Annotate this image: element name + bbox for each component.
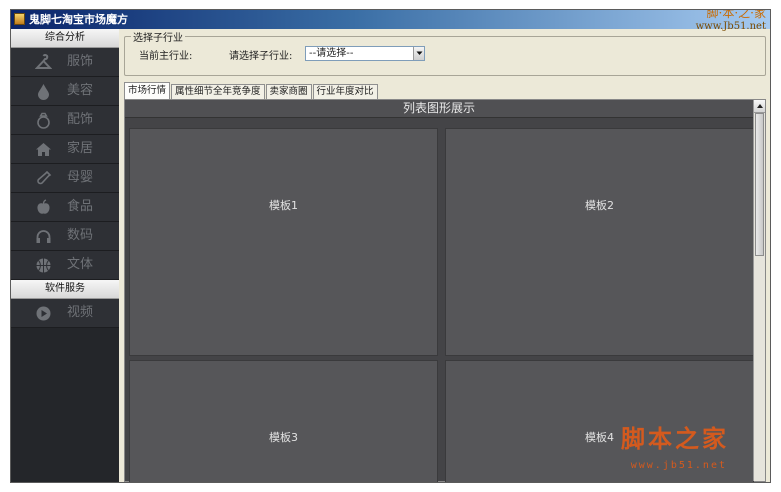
industry-groupbox: 选择子行业 当前主行业: 请选择子行业: --请选择--	[124, 29, 766, 76]
site-watermark-top-text: 脚·本·之·家	[706, 9, 766, 20]
tab-content: 列表图形展示 模板1 模板2 模板3 模板4 脚本之家 www.jb51.net	[124, 99, 766, 482]
sidebar-item-label: 食品	[67, 199, 94, 214]
tab-strip: 市场行情 属性细节全年竞争度 卖家商圈 行业年度对比	[124, 82, 379, 99]
scroll-up-button[interactable]	[754, 100, 765, 113]
app-icon	[14, 13, 25, 25]
sidebar-item-video[interactable]: 视频	[11, 299, 119, 328]
sidebar-item-label: 母婴	[67, 170, 94, 185]
bottle-icon	[37, 170, 52, 185]
house-icon	[36, 143, 51, 156]
apple-icon	[37, 199, 50, 214]
ring-icon	[37, 112, 50, 129]
scroll-thumb[interactable]	[755, 113, 764, 256]
sub-industry-select-value: --请选择--	[309, 48, 354, 59]
play-icon	[36, 306, 51, 321]
sidebar-item-label: 配饰	[67, 112, 94, 127]
vertical-scrollbar[interactable]	[753, 100, 765, 481]
sidebar-item-accessories[interactable]: 配饰	[11, 106, 119, 135]
window-title: 鬼脚七淘宝市场魔方	[29, 13, 128, 26]
chevron-down-icon[interactable]	[413, 47, 424, 60]
template-label: 模板2	[585, 199, 614, 212]
title-bar[interactable]: 鬼脚七淘宝市场魔方 脚·本·之·家 www.Jb51.net	[11, 9, 770, 32]
main-industry-label: 当前主行业:	[139, 51, 193, 62]
hanger-icon	[35, 54, 52, 69]
headphones-icon	[36, 230, 51, 243]
sidebar-item-beauty[interactable]: 美容	[11, 77, 119, 106]
site-watermark-url: www.jb51.net	[630, 460, 727, 471]
sidebar-item-digital[interactable]: 数码	[11, 222, 119, 251]
template-panel-1[interactable]: 模板1	[129, 128, 438, 356]
sidebar-item-label: 家居	[67, 141, 94, 156]
tab-industry-yearly[interactable]: 行业年度对比	[312, 84, 378, 99]
template-panel-3[interactable]: 模板3	[129, 360, 438, 482]
industry-group-title: 选择子行业	[131, 29, 185, 44]
content-title: 列表图形展示	[125, 100, 753, 118]
template-label: 模板3	[269, 431, 298, 444]
app-window: 鬼脚七淘宝市场魔方 脚·本·之·家 www.Jb51.net 综合分析 服饰 美…	[10, 9, 771, 483]
drop-icon	[38, 84, 49, 100]
template-label: 模板1	[269, 199, 298, 212]
sidebar-section-services: 软件服务	[11, 280, 119, 299]
arrow-up-icon	[757, 104, 763, 108]
sidebar-item-label: 服饰	[67, 54, 94, 69]
sidebar-section-analysis: 综合分析	[11, 29, 119, 48]
tab-market[interactable]: 市场行情	[124, 82, 171, 99]
sidebar-item-sports[interactable]: 文体	[11, 251, 119, 280]
sub-industry-select[interactable]: --请选择--	[305, 46, 425, 61]
sidebar-item-apparel[interactable]: 服饰	[11, 48, 119, 77]
sidebar-item-food[interactable]: 食品	[11, 193, 119, 222]
sidebar-item-label: 文体	[67, 257, 94, 272]
ball-icon	[36, 258, 51, 273]
sidebar: 综合分析 服饰 美容 配饰 家居 母婴 食品 数码 文体 软件服务 视频	[11, 29, 119, 482]
sidebar-item-baby[interactable]: 母婴	[11, 164, 119, 193]
sidebar-item-label: 美容	[67, 83, 94, 98]
template-panel-2[interactable]: 模板2	[445, 128, 754, 356]
main-area: 选择子行业 当前主行业: 请选择子行业: --请选择-- 市场行情 属性细节全年…	[120, 29, 770, 482]
sidebar-item-label: 数码	[67, 228, 94, 243]
sidebar-item-label: 视频	[67, 305, 94, 320]
tab-seller-circle[interactable]: 卖家商圈	[265, 84, 312, 99]
sub-industry-label: 请选择子行业:	[229, 51, 293, 62]
site-watermark: 脚本之家	[621, 424, 729, 453]
tab-attribute-competition[interactable]: 属性细节全年竞争度	[171, 84, 265, 99]
sidebar-item-home[interactable]: 家居	[11, 135, 119, 164]
